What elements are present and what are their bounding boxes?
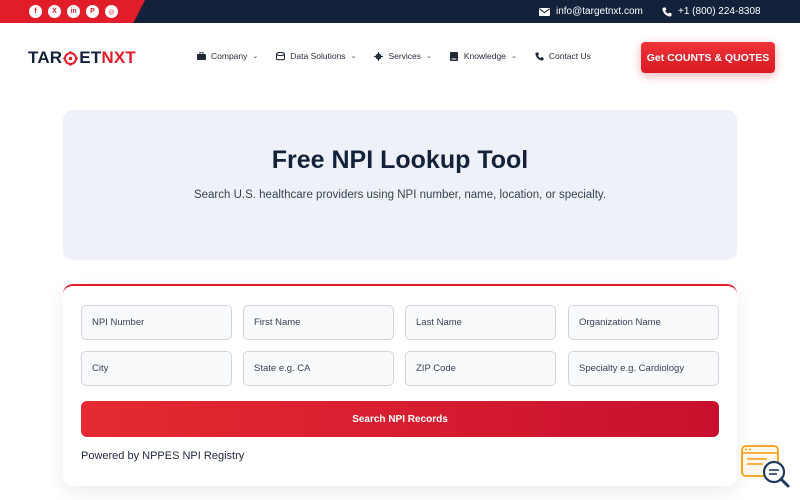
city-field[interactable]: City [81,351,232,386]
last-name-field[interactable]: Last Name [405,305,556,340]
briefcase-icon [197,52,206,61]
gear-icon [374,51,384,61]
email-text: info@targetnxt.com [556,6,643,17]
nav-item-company[interactable]: Company ⌄ [197,51,258,61]
search-npi-records-button[interactable]: Search NPI Records [81,401,719,437]
state-field[interactable]: State e.g. CA [243,351,394,386]
logo[interactable]: TAR ET NXT [28,48,136,68]
book-icon [450,51,459,61]
logo-text-2: ET [79,48,102,67]
instagram-icon[interactable]: ◎ [105,5,118,18]
nav-label-knowledge: Knowledge [463,51,506,61]
search-widget-icon[interactable] [741,445,791,490]
x-icon[interactable]: X [48,5,61,18]
logo-text-1: TAR [28,48,63,67]
main-nav: Company ⌄ Data Solutions ⌄ Services ⌄ Kn… [197,51,591,61]
logo-text-3: NXT [101,48,137,67]
nav-item-data-solutions[interactable]: Data Solutions ⌄ [276,51,356,61]
powered-by-text: Powered by NPPES NPI Registry [81,450,245,462]
chevron-down-icon: ⌄ [252,53,259,60]
chevron-down-icon: ⌄ [350,53,357,60]
nav-label-company: Company [211,51,248,61]
pinterest-icon[interactable]: P [86,5,99,18]
specialty-field[interactable]: Specialty e.g. Cardiology [568,351,719,386]
nav-label-services: Services [388,51,422,61]
phone-icon [535,51,544,61]
npi-number-field[interactable]: NPI Number [81,305,232,340]
chevron-down-icon: ⌄ [426,53,432,60]
linkedin-icon[interactable]: in [67,5,80,18]
hero-panel [63,110,737,260]
envelope-icon [539,7,550,16]
get-counts-quotes-button[interactable]: Get COUNTS & QUOTES [641,42,775,73]
top-bar: f X in P ◎ info@targetnxt.com +1 (800) 2… [0,0,800,23]
facebook-icon[interactable]: f [29,5,42,18]
first-name-field[interactable]: First Name [243,305,394,340]
nav-label-data-solutions: Data Solutions [290,51,346,61]
nav-item-contact[interactable]: Contact Us [535,51,591,61]
nav-label-contact: Contact Us [548,51,591,61]
nav-item-knowledge[interactable]: Knowledge ⌄ [450,51,517,61]
phone-icon [662,7,672,17]
target-icon [63,50,79,66]
page-subtitle: Search U.S. healthcare providers using N… [193,189,607,201]
page-title: Free NPI Lookup Tool [271,146,529,174]
chevron-down-icon: ⌄ [510,53,517,60]
database-icon [276,51,286,61]
zip-code-field[interactable]: ZIP Code [405,351,556,386]
phone-contact[interactable]: +1 (800) 224-8308 [662,4,761,19]
phone-text: +1 (800) 224-8308 [678,6,761,17]
nav-item-services[interactable]: Services ⌄ [374,51,432,61]
organization-name-field[interactable]: Organization Name [568,305,719,340]
email-contact[interactable]: info@targetnxt.com [539,4,643,19]
